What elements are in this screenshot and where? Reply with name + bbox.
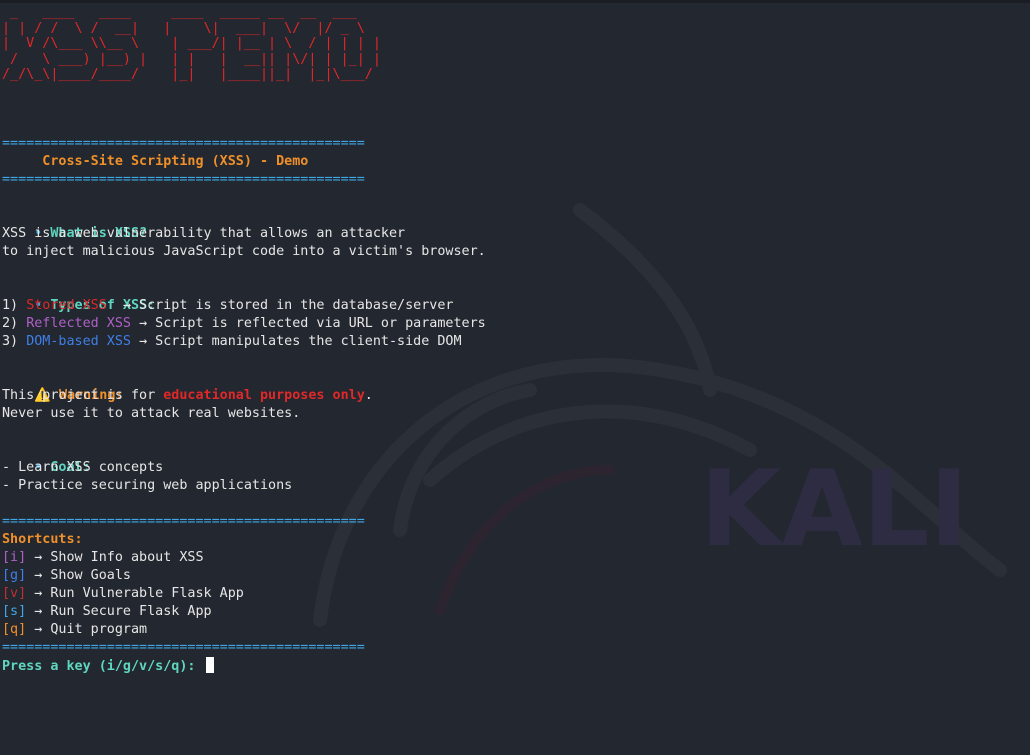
what-text-line: to inject malicious JavaScript code into… (2, 244, 486, 259)
warning-text-line: Never use it to attack real websites. (2, 406, 301, 421)
separator-line: ========================================… (2, 514, 365, 529)
key-prompt[interactable]: Press a key (i/g/v/s/q): (2, 657, 1022, 675)
goal-item: - Practice securing web applications (2, 478, 293, 493)
types-heading: • Types of XSS: (34, 298, 156, 313)
page-title: Cross-Site Scripting (XSS) - Demo (2, 154, 309, 169)
type-item-stored: 1) Stored XSS → Script is stored in the … (2, 298, 454, 313)
separator-line: ========================================… (2, 640, 365, 655)
shortcut-goals: [g] → Show Goals (2, 568, 131, 583)
shortcuts-heading: Shortcuts: (2, 532, 83, 547)
separator-line: ========================================… (2, 136, 365, 151)
shortcut-info: [i] → Show Info about XSS (2, 550, 204, 565)
terminal-output[interactable]: _ ____ ____ ____ _____ __ __ ___ | | / /… (2, 5, 1022, 675)
warning-text-line: This project is for educational purposes… (2, 388, 373, 403)
what-text-line: XSS is a web vulnerability that allows a… (2, 226, 406, 241)
window-top-border (0, 0, 1030, 3)
text-cursor[interactable] (205, 657, 214, 673)
type-item-reflected: 2) Reflected XSS → Script is reflected v… (2, 316, 486, 331)
what-heading: • What is XSS? (34, 226, 148, 241)
type-item-dom: 3) DOM-based XSS → Script manipulates th… (2, 334, 462, 349)
goal-item: - Learn XSS concepts (2, 460, 164, 475)
goal-heading: • Goal: (34, 460, 91, 475)
shortcut-quit: [q] → Quit program (2, 622, 148, 637)
shortcut-vulnerable: [v] → Run Vulnerable Flask App (2, 586, 244, 601)
separator-line: ========================================… (2, 172, 365, 187)
xss-demo-ascii-banner: _ ____ ____ ____ _____ __ __ ___ | | / /… (2, 5, 381, 82)
shortcut-secure: [s] → Run Secure Flask App (2, 604, 212, 619)
warning-heading: ⚠️ Warning: (34, 388, 124, 403)
